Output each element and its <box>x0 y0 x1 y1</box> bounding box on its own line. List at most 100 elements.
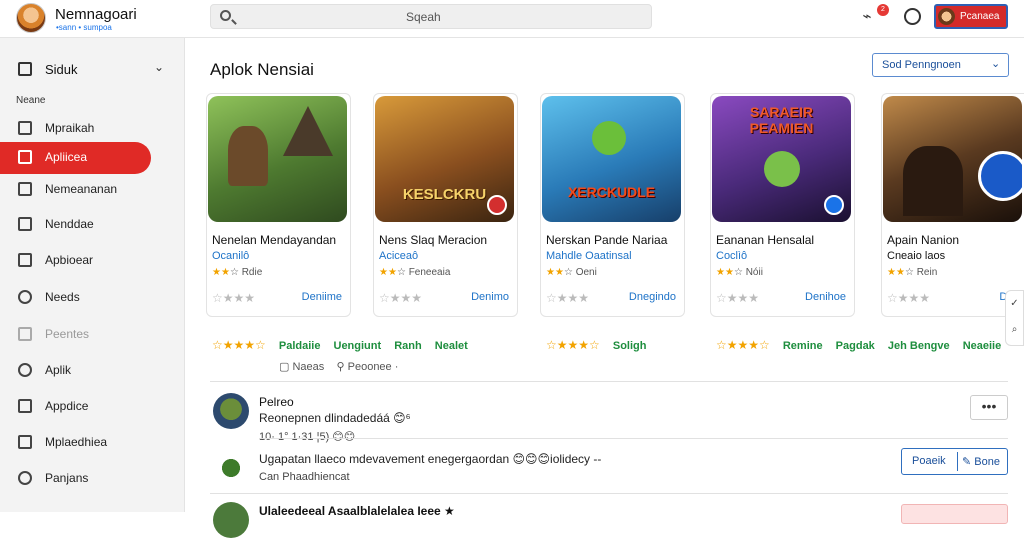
app-title: Apain Nanion <box>887 233 960 247</box>
tag-link[interactable]: Nealet <box>435 340 468 352</box>
brand-title: Nemnagoari <box>55 6 137 23</box>
sub-meta-b[interactable]: Peoonee · <box>348 361 399 373</box>
sidebar-item-1[interactable]: Apliicea <box>0 141 185 174</box>
rating-stars: ☆★★★☆ <box>546 338 600 352</box>
more-options-button[interactable]: ••• <box>970 395 1008 420</box>
avatar[interactable] <box>213 393 249 429</box>
post-author[interactable]: Pelreo <box>259 395 294 409</box>
action-button[interactable] <box>901 504 1008 524</box>
tag-link[interactable]: Ranh <box>394 340 422 352</box>
app-developer[interactable]: Mahdle Oaatinsal <box>546 250 632 262</box>
tag-link[interactable]: Soligh <box>613 340 647 352</box>
app-developer[interactable]: Coclìô <box>716 250 747 262</box>
app-rating: ★★☆ Rdie <box>212 267 263 278</box>
sidebar-item-6[interactable]: Peentes <box>0 318 185 350</box>
rate-stars[interactable]: ☆★★★ <box>716 291 759 305</box>
circle-icon <box>18 471 32 485</box>
avatar[interactable] <box>213 450 249 486</box>
app-card[interactable]: Apain Nanion Cneaio laos ★★☆ Rein ☆★★★ D… <box>881 93 1024 317</box>
app-thumbnail[interactable]: SARAEIR PEAMIEN <box>712 96 851 222</box>
sub-meta-row: ▢ Naeas ⚲ Peoonee · <box>279 360 398 373</box>
edit-button[interactable]: ✎ Bone <box>962 455 1000 468</box>
profile-label: Pcanaea <box>960 11 1000 22</box>
divider <box>957 452 958 471</box>
tag-link[interactable]: Jeh Bengve <box>888 340 950 352</box>
sidebar-item-label: Mpraikah <box>45 121 95 135</box>
post-subtext: Can Phaadhiencat <box>259 471 350 483</box>
rating-stars: ☆★★★☆ <box>716 338 770 352</box>
avatar[interactable] <box>213 502 249 538</box>
app-action-link[interactable]: Denimo <box>471 291 509 303</box>
sidebar-item-9[interactable]: Mplaedhiea <box>0 426 185 458</box>
app-title: Nerskan Pande Nariaa <box>546 233 668 247</box>
sidebar-item-7[interactable]: Aplik <box>0 354 185 386</box>
profile-button[interactable]: Pcanaea <box>934 4 1008 29</box>
sort-label: Sod Penngnoen <box>882 59 961 71</box>
app-card[interactable]: Nenelan Mendayandan Ocanilô ★★☆ Rdie ☆★★… <box>206 93 351 317</box>
square-icon <box>18 399 32 413</box>
tag-link[interactable]: Pagdak <box>836 340 875 352</box>
app-action-link[interactable]: Deniime <box>302 291 342 303</box>
app-action-link[interactable]: Dnegindo <box>629 291 676 303</box>
sidebar-item-0[interactable]: Mpraikah <box>0 112 185 144</box>
thumb-text: SARAEIR PEAMIEN <box>749 104 814 136</box>
app-card[interactable]: XERCKUDLE Nerskan Pande Nariaa Mahdle Oa… <box>540 93 685 317</box>
avatar <box>938 8 955 25</box>
tag-link[interactable]: Paldaiie <box>279 340 321 352</box>
chevron-down-icon[interactable]: ⌄ <box>154 60 164 74</box>
sidebar-item-label: Nenddae <box>45 217 94 231</box>
sidebar-item-label: Appdice <box>45 399 89 413</box>
notification-badge: 2 <box>877 4 889 16</box>
side-panel-tab[interactable]: ✓ ⌕ <box>1005 290 1024 346</box>
sidebar-item-2[interactable]: Nemeananan <box>0 173 185 205</box>
sidebar-item-8[interactable]: Appdice <box>0 390 185 422</box>
rate-stars[interactable]: ☆★★★ <box>546 291 589 305</box>
sort-dropdown[interactable]: Sod Penngnoen ⌄ <box>872 53 1009 77</box>
app-thumbnail[interactable] <box>883 96 1022 222</box>
tag-link[interactable]: Remine <box>783 340 823 352</box>
sidebar-header-label[interactable]: Siduk <box>45 62 78 77</box>
sidebar-section-label: Neane <box>16 95 46 106</box>
rate-stars[interactable]: ☆★★★ <box>887 291 930 305</box>
sub-meta-a[interactable]: Naeas <box>292 361 324 373</box>
chat-icon[interactable] <box>904 8 921 25</box>
sidebar-item-5[interactable]: Needs <box>0 281 185 313</box>
search-icon <box>18 290 32 304</box>
page-icon: ▢ <box>279 361 290 373</box>
square-icon <box>18 182 32 196</box>
app-card[interactable]: KESLCKRU Nens Slaq Meracion Aciceaô ★★☆ … <box>373 93 518 317</box>
rating-stars: ☆★★★☆ <box>212 338 266 352</box>
search-bar[interactable] <box>210 4 652 29</box>
search-input[interactable] <box>406 10 646 24</box>
post-text: Reonepnen dlindadedáá 😊⁶ <box>259 411 411 425</box>
app-developer[interactable]: Cneaio laos <box>887 250 945 262</box>
post-text: Ulaleedeeal Asaalblalelalea Ieee ★ <box>259 504 455 518</box>
app-thumbnail[interactable] <box>208 96 347 222</box>
app-card[interactable]: SARAEIR PEAMIEN Eananan Hensalal Coclìô … <box>710 93 855 317</box>
sidebar-item-4[interactable]: Apbioear <box>0 244 185 276</box>
tag-link[interactable]: Neaeiie <box>963 340 1002 352</box>
square-icon <box>18 253 32 267</box>
tag-link[interactable]: Uengiunt <box>334 340 382 352</box>
notification-icon[interactable]: ⌁ <box>858 8 876 26</box>
meta-row: ☆★★★☆ Paldaiie Uengiunt Ranh Nealet <box>212 338 468 352</box>
app-action-link[interactable]: Denihoe <box>805 291 846 303</box>
meta-row: ☆★★★☆ Soligh <box>546 338 646 352</box>
reply-button[interactable]: Poaeik <box>912 455 946 467</box>
rate-stars[interactable]: ☆★★★ <box>379 291 422 305</box>
sidebar-item-label: Mplaedhiea <box>45 435 108 449</box>
top-bar: Nemnagoari •sann • sumpoa ⌁ 2 Pcanaea <box>0 0 1024 38</box>
sidebar-item-3[interactable]: Nenddae <box>0 208 185 240</box>
app-developer[interactable]: Ocanilô <box>212 250 249 262</box>
search-icon <box>220 10 231 21</box>
sidebar: Siduk ⌄ Neane Mpraikah Apliicea Nemeanan… <box>0 38 185 512</box>
brand-logo[interactable] <box>16 3 46 33</box>
rate-stars[interactable]: ☆★★★ <box>212 291 255 305</box>
app-rating: ★★☆ Feneeaia <box>379 267 451 278</box>
square-icon <box>18 150 32 164</box>
app-thumbnail[interactable]: KESLCKRU <box>375 96 514 222</box>
app-thumbnail[interactable]: XERCKUDLE <box>542 96 681 222</box>
app-developer[interactable]: Aciceaô <box>379 250 418 262</box>
sidebar-item-10[interactable]: Panjans <box>0 462 185 494</box>
reply-button-group[interactable]: Poaeik ✎ Bone <box>901 448 1008 475</box>
